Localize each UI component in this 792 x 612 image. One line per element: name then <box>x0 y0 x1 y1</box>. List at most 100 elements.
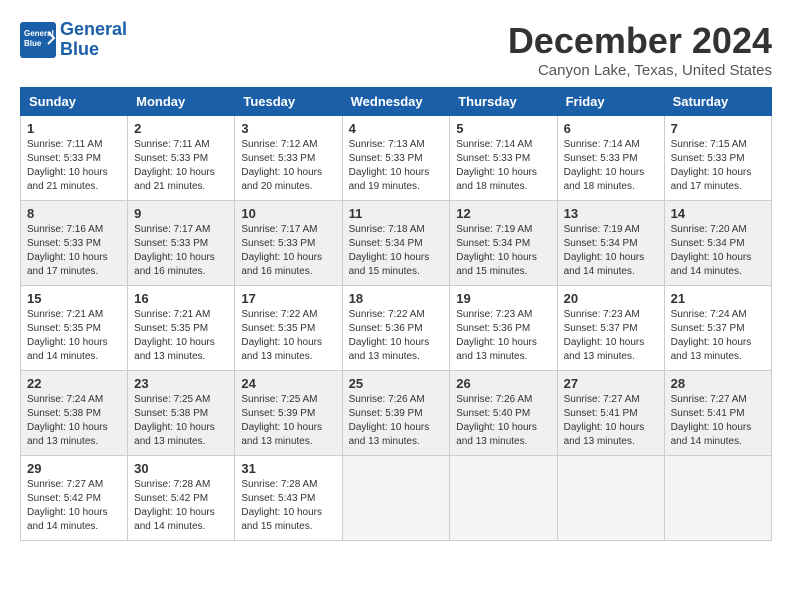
day-number: 30 <box>134 461 228 476</box>
day-number: 25 <box>349 376 444 391</box>
calendar-table: SundayMondayTuesdayWednesdayThursdayFrid… <box>20 87 772 541</box>
day-number: 2 <box>134 121 228 136</box>
header: General Blue General Blue December 2024 … <box>20 20 772 79</box>
col-header-friday: Friday <box>557 88 664 116</box>
day-info: Sunrise: 7:19 AM Sunset: 5:34 PM Dayligh… <box>564 223 658 279</box>
day-info: Sunrise: 7:14 AM Sunset: 5:33 PM Dayligh… <box>564 138 658 194</box>
day-number: 3 <box>241 121 335 136</box>
header-row: SundayMondayTuesdayWednesdayThursdayFrid… <box>21 88 772 116</box>
week-row-2: 8 Sunrise: 7:16 AM Sunset: 5:33 PM Daylig… <box>21 201 772 286</box>
col-header-monday: Monday <box>128 88 235 116</box>
day-cell: 16 Sunrise: 7:21 AM Sunset: 5:35 PM Dayli… <box>128 286 235 371</box>
day-info: Sunrise: 7:17 AM Sunset: 5:33 PM Dayligh… <box>241 223 335 279</box>
day-cell: 27 Sunrise: 7:27 AM Sunset: 5:41 PM Dayli… <box>557 371 664 456</box>
day-cell: 31 Sunrise: 7:28 AM Sunset: 5:43 PM Dayli… <box>235 456 342 541</box>
day-number: 17 <box>241 291 335 306</box>
day-cell: 29 Sunrise: 7:27 AM Sunset: 5:42 PM Dayli… <box>21 456 128 541</box>
day-number: 18 <box>349 291 444 306</box>
day-info: Sunrise: 7:20 AM Sunset: 5:34 PM Dayligh… <box>671 223 765 279</box>
title-block: December 2024 Canyon Lake, Texas, United… <box>508 20 772 79</box>
day-info: Sunrise: 7:27 AM Sunset: 5:41 PM Dayligh… <box>564 393 658 449</box>
day-number: 6 <box>564 121 658 136</box>
day-info: Sunrise: 7:22 AM Sunset: 5:35 PM Dayligh… <box>241 308 335 364</box>
day-cell <box>557 456 664 541</box>
day-cell: 7Sunrise: 7:15 AM Sunset: 5:33 PM Daylig… <box>664 116 771 201</box>
day-number: 26 <box>456 376 550 391</box>
day-cell <box>664 456 771 541</box>
day-cell: 23Sunrise: 7:25 AM Sunset: 5:38 PM Dayli… <box>128 371 235 456</box>
day-cell <box>342 456 450 541</box>
logo-blue: Blue <box>60 39 99 59</box>
day-cell <box>450 456 557 541</box>
day-cell: 11 Sunrise: 7:18 AM Sunset: 5:34 PM Dayli… <box>342 201 450 286</box>
day-number: 28 <box>671 376 765 391</box>
day-number: 9 <box>134 206 228 221</box>
day-info: Sunrise: 7:18 AM Sunset: 5:34 PM Dayligh… <box>349 223 444 279</box>
day-cell: 2Sunrise: 7:11 AM Sunset: 5:33 PM Daylig… <box>128 116 235 201</box>
day-cell: 8 Sunrise: 7:16 AM Sunset: 5:33 PM Daylig… <box>21 201 128 286</box>
day-number: 11 <box>349 206 444 221</box>
day-info: Sunrise: 7:24 AM Sunset: 5:38 PM Dayligh… <box>27 393 121 449</box>
day-number: 14 <box>671 206 765 221</box>
day-number: 20 <box>564 291 658 306</box>
logo-general: General <box>60 19 127 39</box>
day-info: Sunrise: 7:24 AM Sunset: 5:37 PM Dayligh… <box>671 308 765 364</box>
day-info: Sunrise: 7:27 AM Sunset: 5:41 PM Dayligh… <box>671 393 765 449</box>
day-number: 4 <box>349 121 444 136</box>
day-cell: 15Sunrise: 7:21 AM Sunset: 5:35 PM Dayli… <box>21 286 128 371</box>
day-number: 8 <box>27 206 121 221</box>
day-info: Sunrise: 7:21 AM Sunset: 5:35 PM Dayligh… <box>134 308 228 364</box>
day-cell: 13Sunrise: 7:19 AM Sunset: 5:34 PM Dayli… <box>557 201 664 286</box>
logo-icon: General Blue <box>20 22 56 58</box>
day-number: 5 <box>456 121 550 136</box>
logo: General Blue General Blue <box>20 20 127 60</box>
day-cell: 1 Sunrise: 7:11 AM Sunset: 5:33 PM Daylig… <box>21 116 128 201</box>
day-cell: 25 Sunrise: 7:26 AM Sunset: 5:39 PM Dayli… <box>342 371 450 456</box>
day-cell: 4 Sunrise: 7:13 AM Sunset: 5:33 PM Daylig… <box>342 116 450 201</box>
day-number: 16 <box>134 291 228 306</box>
day-cell: 17 Sunrise: 7:22 AM Sunset: 5:35 PM Dayli… <box>235 286 342 371</box>
svg-text:Blue: Blue <box>24 39 42 48</box>
day-info: Sunrise: 7:11 AM Sunset: 5:33 PM Dayligh… <box>27 138 121 194</box>
day-info: Sunrise: 7:14 AM Sunset: 5:33 PM Dayligh… <box>456 138 550 194</box>
day-number: 21 <box>671 291 765 306</box>
day-number: 10 <box>241 206 335 221</box>
day-number: 22 <box>27 376 121 391</box>
day-number: 1 <box>27 121 121 136</box>
col-header-sunday: Sunday <box>21 88 128 116</box>
day-number: 29 <box>27 461 121 476</box>
calendar-subtitle: Canyon Lake, Texas, United States <box>508 62 772 79</box>
day-info: Sunrise: 7:28 AM Sunset: 5:42 PM Dayligh… <box>134 478 228 534</box>
day-info: Sunrise: 7:26 AM Sunset: 5:39 PM Dayligh… <box>349 393 444 449</box>
day-cell: 20Sunrise: 7:23 AM Sunset: 5:37 PM Dayli… <box>557 286 664 371</box>
day-info: Sunrise: 7:19 AM Sunset: 5:34 PM Dayligh… <box>456 223 550 279</box>
col-header-wednesday: Wednesday <box>342 88 450 116</box>
day-number: 7 <box>671 121 765 136</box>
day-number: 23 <box>134 376 228 391</box>
day-number: 31 <box>241 461 335 476</box>
week-row-3: 15 Sunrise: 7:21 AM Sunset: 5:35 PM Dayli… <box>21 286 772 371</box>
day-cell: 12 Sunrise: 7:19 AM Sunset: 5:34 PM Dayli… <box>450 201 557 286</box>
day-info: Sunrise: 7:25 AM Sunset: 5:39 PM Dayligh… <box>241 393 335 449</box>
day-cell: 30 Sunrise: 7:28 AM Sunset: 5:42 PM Dayli… <box>128 456 235 541</box>
day-cell: 3Sunrise: 7:12 AM Sunset: 5:33 PM Daylig… <box>235 116 342 201</box>
day-info: Sunrise: 7:17 AM Sunset: 5:33 PM Dayligh… <box>134 223 228 279</box>
logo-text: General Blue <box>60 20 127 60</box>
day-number: 27 <box>564 376 658 391</box>
day-cell: 9 Sunrise: 7:17 AM Sunset: 5:33 PM Daylig… <box>128 201 235 286</box>
calendar-title: December 2024 <box>508 20 772 62</box>
day-cell: 22 Sunrise: 7:24 AM Sunset: 5:38 PM Dayli… <box>21 371 128 456</box>
day-number: 12 <box>456 206 550 221</box>
day-info: Sunrise: 7:26 AM Sunset: 5:40 PM Dayligh… <box>456 393 550 449</box>
day-info: Sunrise: 7:16 AM Sunset: 5:33 PM Dayligh… <box>27 223 121 279</box>
day-number: 15 <box>27 291 121 306</box>
day-info: Sunrise: 7:13 AM Sunset: 5:33 PM Dayligh… <box>349 138 444 194</box>
day-cell: 21 Sunrise: 7:24 AM Sunset: 5:37 PM Dayli… <box>664 286 771 371</box>
day-info: Sunrise: 7:28 AM Sunset: 5:43 PM Dayligh… <box>241 478 335 534</box>
day-info: Sunrise: 7:27 AM Sunset: 5:42 PM Dayligh… <box>27 478 121 534</box>
col-header-saturday: Saturday <box>664 88 771 116</box>
day-cell: 5 Sunrise: 7:14 AM Sunset: 5:33 PM Daylig… <box>450 116 557 201</box>
week-row-4: 22 Sunrise: 7:24 AM Sunset: 5:38 PM Dayli… <box>21 371 772 456</box>
day-cell: 14 Sunrise: 7:20 AM Sunset: 5:34 PM Dayli… <box>664 201 771 286</box>
day-info: Sunrise: 7:23 AM Sunset: 5:36 PM Dayligh… <box>456 308 550 364</box>
